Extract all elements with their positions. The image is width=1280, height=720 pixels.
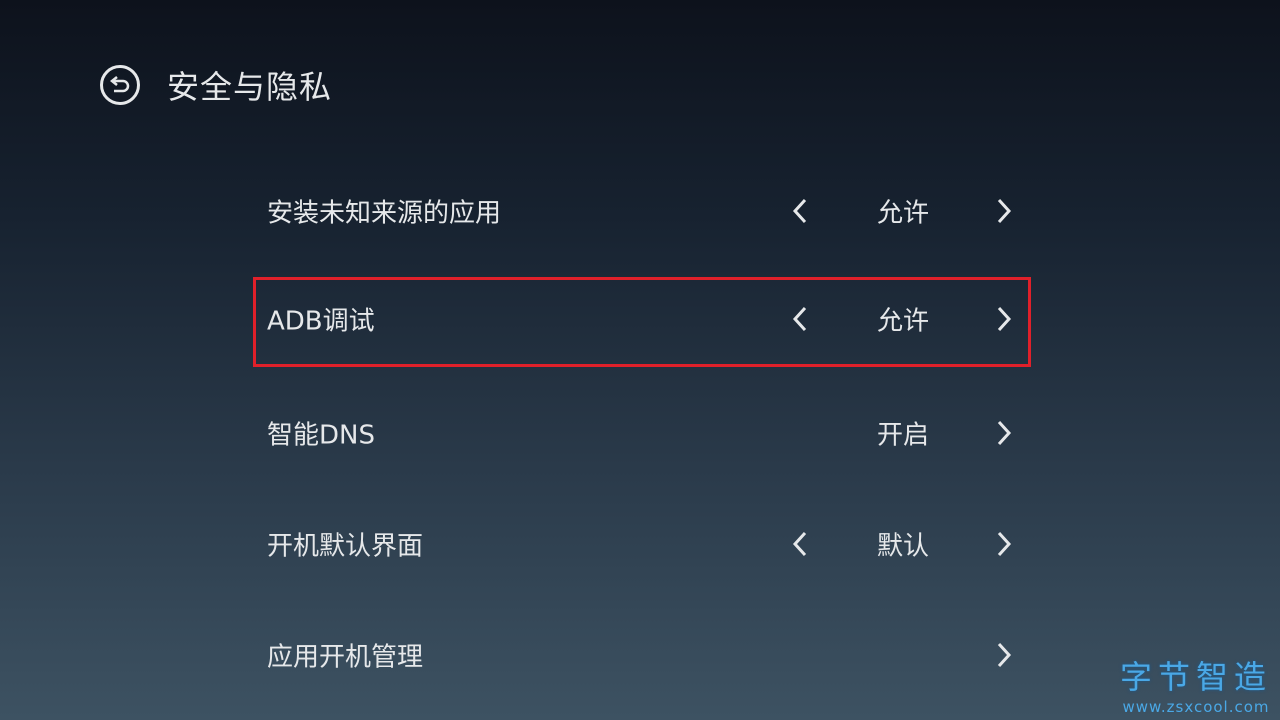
- setting-value: 允许: [877, 198, 930, 229]
- back-button[interactable]: [100, 65, 140, 105]
- chevron-right-icon[interactable]: [995, 641, 1013, 669]
- setting-row[interactable]: 开机默认界面 默认: [253, 499, 1031, 589]
- setting-row[interactable]: 应用开机管理: [253, 610, 1031, 700]
- setting-row[interactable]: 安装未知来源的应用 允许: [253, 166, 1031, 256]
- chevron-right-icon[interactable]: [995, 419, 1013, 447]
- header: 安全与隐私: [100, 62, 332, 108]
- setting-row[interactable]: 智能DNS 开启: [253, 388, 1031, 478]
- chevron-left-icon[interactable]: [791, 530, 809, 558]
- setting-label: 开机默认界面: [267, 531, 424, 562]
- setting-value: 允许: [877, 306, 930, 337]
- back-icon: [109, 76, 130, 93]
- chevron-left-icon[interactable]: [791, 305, 809, 333]
- chevron-left-icon[interactable]: [791, 197, 809, 225]
- setting-label: 安装未知来源的应用: [267, 198, 502, 229]
- chevron-right-icon[interactable]: [995, 530, 1013, 558]
- watermark: 字节智造 www.zsxcool.com: [1120, 652, 1272, 716]
- chevron-right-icon[interactable]: [995, 197, 1013, 225]
- setting-value: 开启: [877, 420, 930, 451]
- setting-label: 智能DNS: [267, 420, 375, 451]
- setting-label: ADB调试: [267, 306, 375, 337]
- watermark-logo: 字节智造: [1119, 658, 1272, 696]
- watermark-url: www.zsxcool.com: [1122, 698, 1270, 716]
- chevron-right-icon[interactable]: [995, 305, 1013, 333]
- setting-label: 应用开机管理: [267, 642, 424, 673]
- setting-row[interactable]: ADB调试 允许: [253, 277, 1031, 367]
- page-title: 安全与隐私: [167, 68, 333, 106]
- setting-value: 默认: [877, 531, 930, 562]
